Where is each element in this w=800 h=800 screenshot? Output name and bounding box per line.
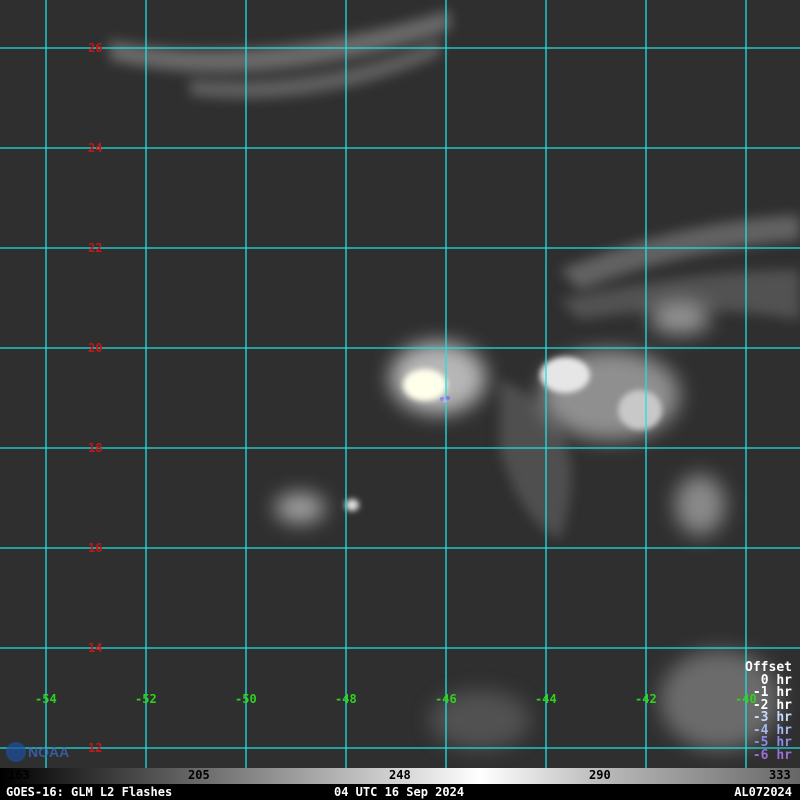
- footer-storm-id: AL072024: [734, 785, 792, 799]
- footer-timestamp: 04 UTC 16 Sep 2024: [334, 785, 465, 799]
- lat-label: 12: [88, 741, 103, 755]
- lon-label: -46: [435, 692, 457, 706]
- lon-label: -50: [235, 692, 257, 706]
- lon-label: -44: [535, 692, 557, 706]
- lat-label: 16: [88, 541, 103, 555]
- colorbar-tick: 163: [8, 768, 30, 782]
- satellite-imagery: [0, 0, 800, 768]
- lat-label: 26: [88, 41, 103, 55]
- lat-label: 18: [88, 441, 103, 455]
- lon-label: -52: [135, 692, 157, 706]
- footer-bar: GOES-16: GLM L2 Flashes 04 UTC 16 Sep 20…: [0, 784, 800, 800]
- flash-marker: [443, 399, 447, 403]
- colorbar-tick: 290: [589, 768, 611, 782]
- lat-label: 22: [88, 241, 103, 255]
- noaa-logo-icon: NOAA: [6, 742, 69, 762]
- flash-marker: [446, 396, 450, 400]
- svg-text:NOAA: NOAA: [28, 744, 69, 760]
- colorbar-tick: 248: [389, 768, 411, 782]
- lat-label: 24: [88, 141, 103, 155]
- satellite-map: 26 24 22 20 18 16 14 12 -54 -52 -50 -48 …: [0, 0, 800, 800]
- lon-label: -48: [335, 692, 357, 706]
- legend-item: -6 hr: [752, 747, 792, 763]
- lat-label: 14: [88, 641, 103, 655]
- lon-label: -42: [635, 692, 657, 706]
- lat-label: 20: [88, 341, 103, 355]
- lon-label: -54: [35, 692, 57, 706]
- colorbar-tick: 205: [188, 768, 210, 782]
- footer-product: GOES-16: GLM L2 Flashes: [6, 785, 173, 799]
- colorbar-tick: 333: [769, 768, 791, 782]
- offset-legend: Offset 0 hr -1 hr -2 hr -3 hr -4 hr -5 h…: [745, 661, 792, 763]
